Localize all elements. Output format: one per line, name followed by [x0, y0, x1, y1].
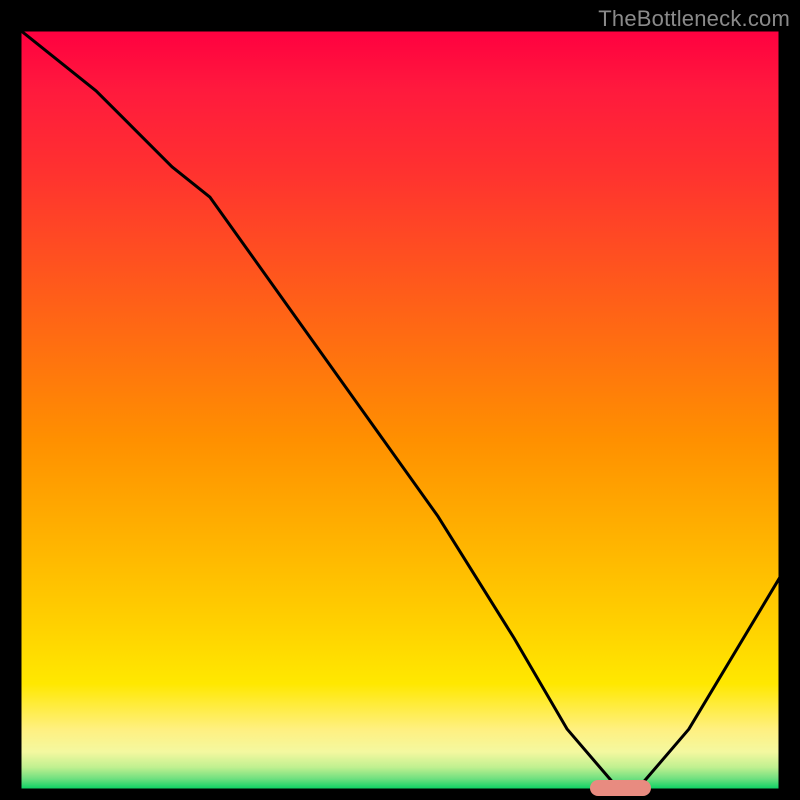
chart-border [20, 30, 780, 790]
watermark-text: TheBottleneck.com [598, 6, 790, 32]
optimal-range-marker [590, 780, 651, 796]
curve-line [20, 30, 780, 782]
chart-frame [20, 30, 780, 790]
bottleneck-curve [20, 30, 780, 790]
